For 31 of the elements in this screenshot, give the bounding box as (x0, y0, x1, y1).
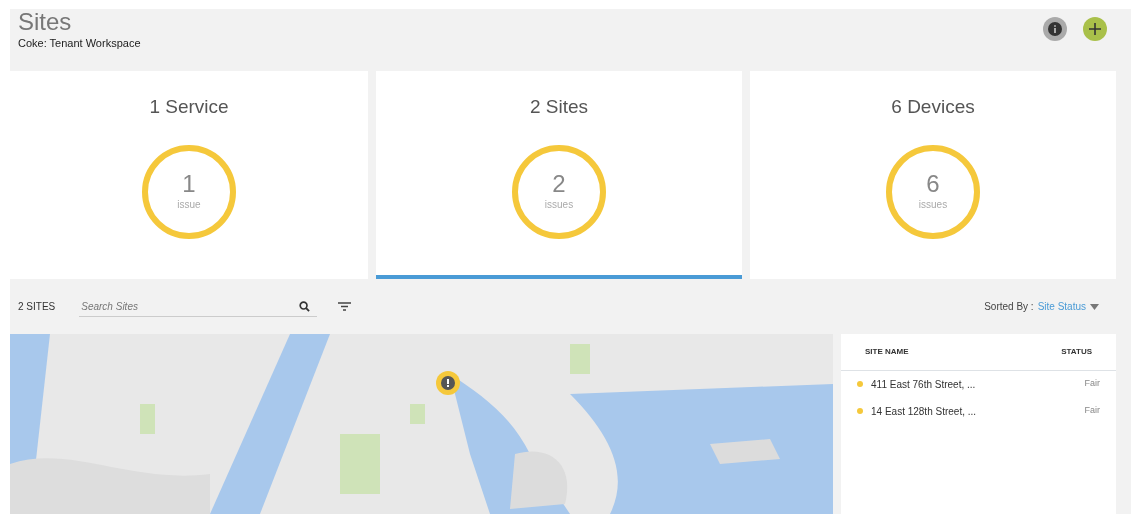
issue-label: issues (918, 198, 948, 212)
info-icon (1048, 22, 1062, 36)
summary-card[interactable]: 2 Sites 2 issues (376, 71, 742, 279)
issue-label: issue (177, 198, 201, 212)
sort-label: Sorted By : (984, 300, 1034, 314)
issue-count: 2 (552, 171, 566, 197)
caret-icon (1090, 303, 1099, 310)
card-title: 1 Service (149, 95, 229, 119)
card-title: 2 Sites (529, 95, 589, 119)
summary-card[interactable]: 1 Service 1 issue (10, 71, 368, 279)
site-status: Fair (1084, 377, 1100, 390)
column-header: SITE NAME (865, 346, 909, 358)
issue-count: 1 (182, 171, 196, 197)
search-field[interactable]: Search Sites (79, 296, 318, 317)
issue-label: issues (544, 198, 574, 212)
issue-count: 6 (926, 171, 940, 197)
workspace-subtitle: Coke: Tenant Workspace (18, 36, 141, 51)
add-button[interactable] (1083, 17, 1107, 41)
summary-card[interactable]: 6 Devices 6 issues (750, 71, 1116, 279)
card-title: 6 Devices (891, 95, 975, 119)
search-icon[interactable] (299, 301, 311, 312)
page-title: Sites (18, 9, 73, 35)
site-name[interactable]: 14 East 128th Street, ... (871, 403, 977, 419)
site-count: 2 SITES (18, 300, 56, 314)
info-button[interactable] (1043, 17, 1067, 41)
column-header: STATUS (1061, 346, 1092, 358)
alert-marker-icon[interactable] (435, 370, 461, 396)
plus-icon (1089, 23, 1101, 35)
filter-icon[interactable] (338, 302, 352, 311)
site-name[interactable]: 411 East 76th Street, ... (871, 376, 976, 392)
site-status: Fair (1084, 404, 1100, 417)
